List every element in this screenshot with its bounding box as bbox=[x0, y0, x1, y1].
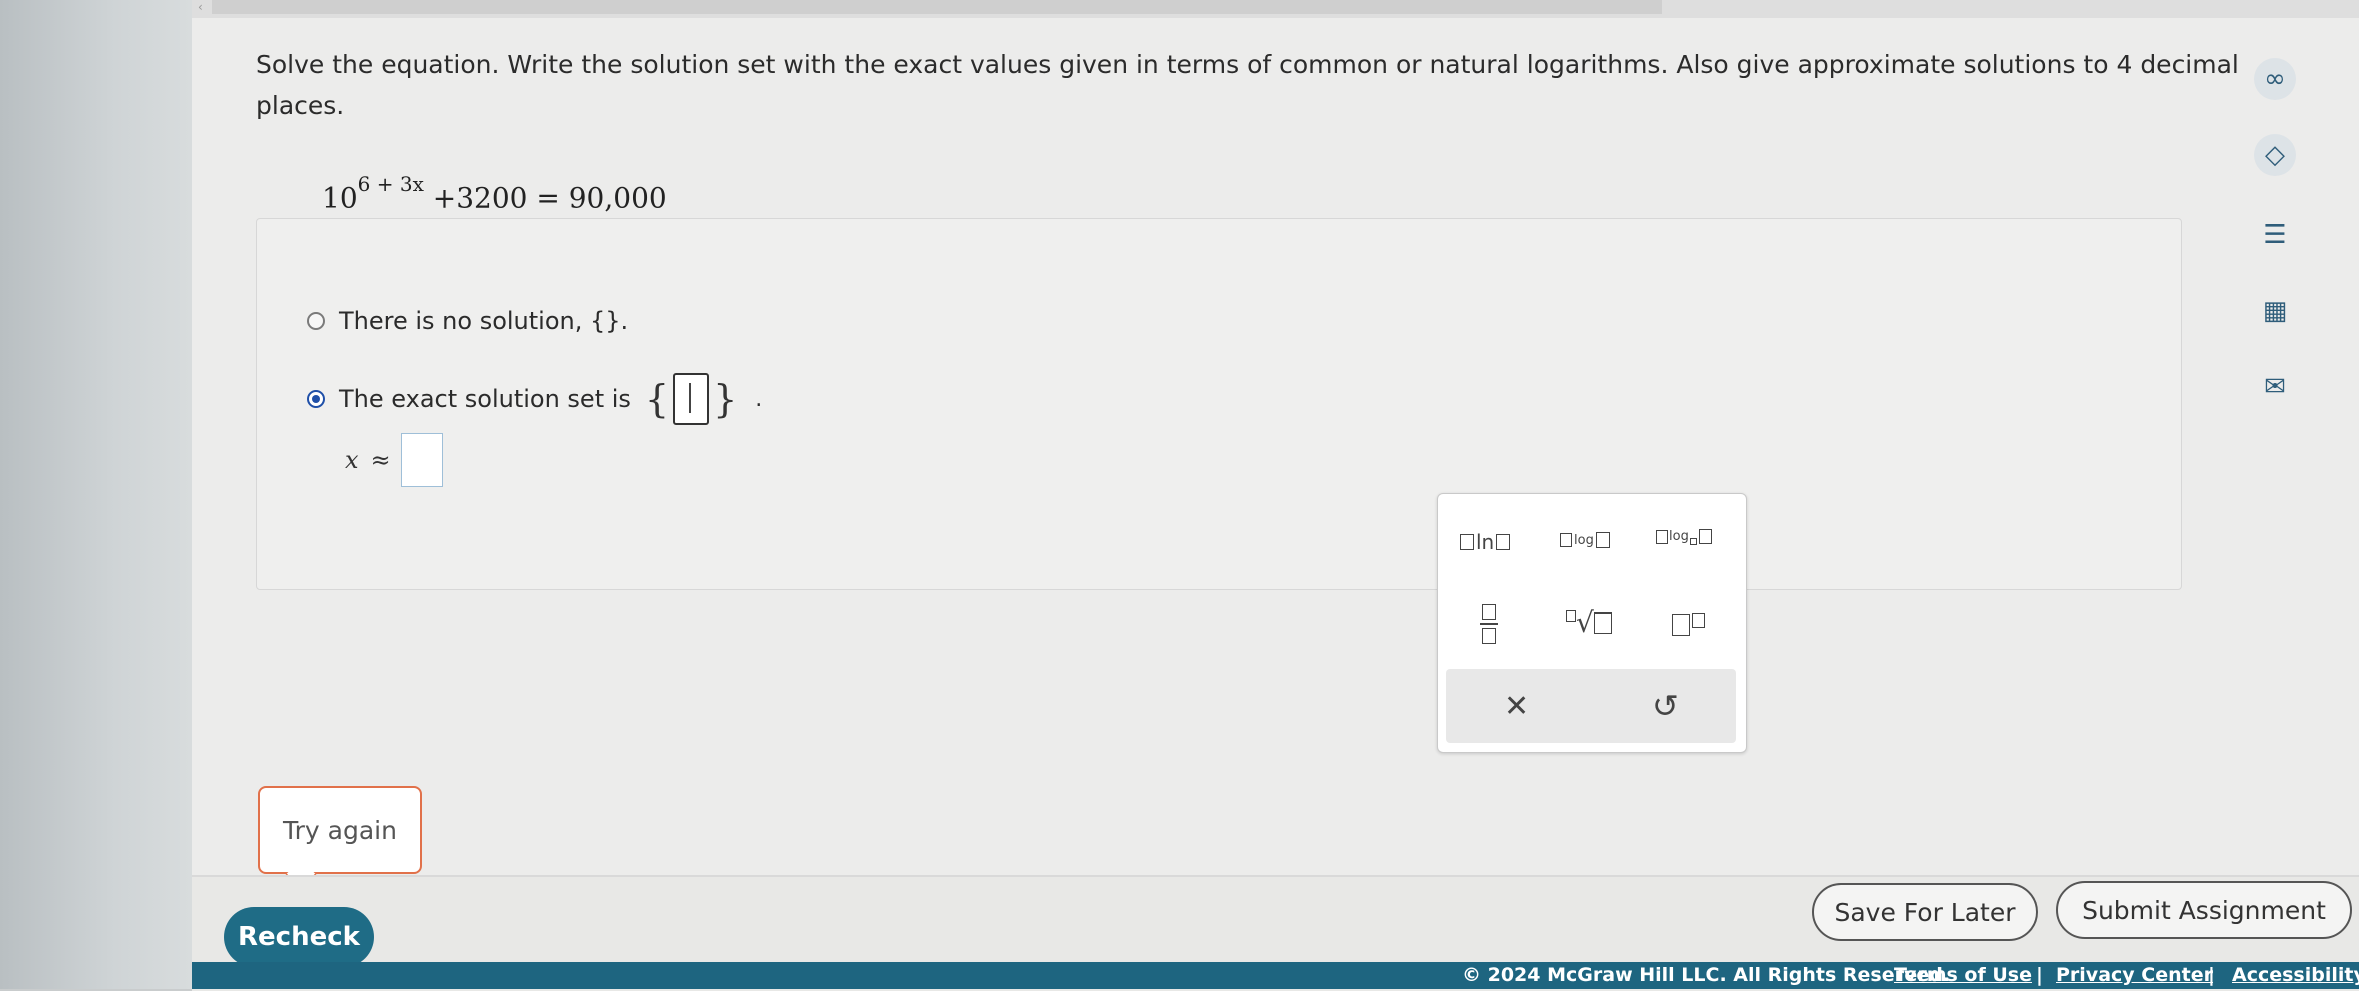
option-exact-set-label: The exact solution set is bbox=[339, 385, 631, 413]
approx-symbol: ≈ bbox=[370, 446, 391, 474]
clear-icon[interactable]: ✕ bbox=[1504, 689, 1529, 724]
mail-icon[interactable]: ✉ bbox=[2254, 366, 2296, 408]
answer-panel: There is no solution, {}. The exact solu… bbox=[256, 218, 2182, 753]
screen-bezel bbox=[0, 0, 192, 989]
equation-exponent: 6 + 3x bbox=[357, 172, 424, 196]
radio-exact-set[interactable] bbox=[307, 390, 325, 408]
equation-base: 10 bbox=[322, 181, 358, 215]
undo-icon[interactable]: ↺ bbox=[1652, 687, 1679, 725]
accessibility-link[interactable]: Accessibility bbox=[2232, 964, 2359, 986]
terms-link[interactable]: Terms of Use bbox=[1894, 964, 2032, 986]
nth-root-key[interactable]: √ bbox=[1566, 606, 1612, 639]
option-no-solution-label: There is no solution, {}. bbox=[339, 307, 629, 335]
feedback-bubble: Try again bbox=[258, 786, 422, 874]
footer-separator: | bbox=[2036, 964, 2043, 986]
palette-actions: ✕ ↺ bbox=[1446, 669, 1736, 743]
scroll-left-icon[interactable]: ‹ bbox=[198, 0, 203, 14]
log-key[interactable]: log bbox=[1560, 532, 1610, 548]
footer: © 2024 McGraw Hill LLC. All Rights Reser… bbox=[192, 962, 2359, 989]
period: . bbox=[755, 386, 763, 412]
option-exact-set[interactable]: The exact solution set is {} . bbox=[307, 373, 762, 425]
radio-no-solution[interactable] bbox=[307, 312, 325, 330]
math-palette: ln log log √ ✕ ↺ bbox=[1437, 493, 1747, 753]
recheck-button[interactable]: Recheck bbox=[224, 907, 374, 967]
fraction-key[interactable] bbox=[1480, 604, 1498, 644]
equation-rest: +3200 = 90,000 bbox=[432, 181, 667, 215]
ln-key[interactable]: ln bbox=[1460, 530, 1511, 554]
option-no-solution[interactable]: There is no solution, {}. bbox=[307, 307, 628, 335]
submit-assignment-button[interactable]: Submit Assignment bbox=[2056, 881, 2352, 939]
save-for-later-button[interactable]: Save For Later bbox=[1812, 883, 2038, 941]
exponent-key[interactable] bbox=[1672, 604, 1705, 636]
hint-diamond-icon[interactable]: ◇ bbox=[2254, 134, 2296, 176]
ebook-icon[interactable]: ☰ bbox=[2254, 214, 2296, 256]
approx-variable: x bbox=[345, 446, 359, 474]
equation: 106 + 3x +3200 = 90,000 bbox=[322, 172, 667, 215]
top-scrollbar[interactable]: ‹ bbox=[192, 0, 2359, 18]
scrollbar-thumb[interactable] bbox=[212, 0, 1662, 14]
copyright: © 2024 McGraw Hill LLC. All Rights Reser… bbox=[1462, 964, 1951, 986]
footer-separator: | bbox=[2208, 964, 2215, 986]
log-base-key[interactable]: log bbox=[1656, 528, 1712, 545]
calculator-icon[interactable]: ▦ bbox=[2254, 290, 2296, 332]
infinity-icon[interactable]: ∞ bbox=[2254, 58, 2296, 100]
approx-row: x ≈ bbox=[345, 433, 443, 487]
question-prompt: Solve the equation. Write the solution s… bbox=[256, 50, 2239, 120]
set-entry-field[interactable] bbox=[673, 373, 710, 425]
solution-set-input[interactable]: {} bbox=[645, 373, 737, 425]
approx-input[interactable] bbox=[400, 433, 443, 487]
app-window: ‹ Solve the equation. Write the solution… bbox=[192, 0, 2359, 991]
privacy-link[interactable]: Privacy Center bbox=[2056, 964, 2213, 986]
